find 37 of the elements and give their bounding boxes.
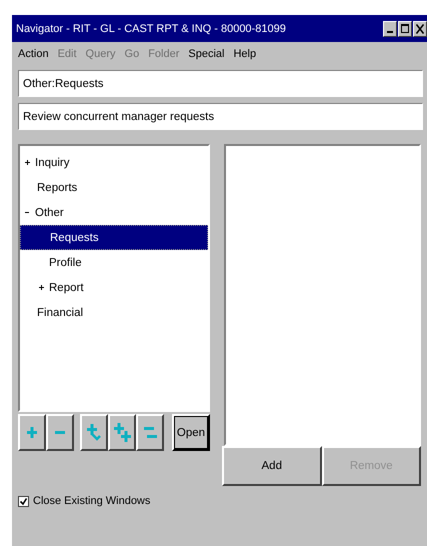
collapse-button[interactable]	[46, 414, 74, 451]
plus-arrow-icon	[87, 424, 101, 441]
menu-item[interactable]: Help	[233, 48, 256, 60]
tree-item[interactable]: Reports	[20, 175, 208, 200]
maximize-button[interactable]	[398, 20, 412, 36]
close-icon	[416, 24, 424, 34]
double-minus-icon	[144, 427, 156, 438]
minus-icon	[55, 431, 65, 434]
expand-button[interactable]	[18, 414, 46, 451]
collapse-all-button[interactable]	[136, 414, 164, 451]
maximize-icon	[401, 24, 409, 33]
add-button[interactable]: Add	[222, 446, 322, 486]
tree-item[interactable]: Profile	[20, 250, 208, 275]
check-icon	[19, 496, 28, 506]
plus-icon	[27, 427, 37, 438]
minus-icon	[24, 209, 30, 216]
menu-item[interactable]: Action	[18, 48, 49, 60]
checkbox-label[interactable]: Close Existing Windows	[33, 495, 150, 507]
tree-item[interactable]: Requests	[20, 225, 208, 250]
minimize-button[interactable]	[383, 20, 397, 36]
tree-item[interactable]: Financial	[20, 300, 208, 325]
menu-item[interactable]: Special	[188, 48, 224, 60]
plus-icon	[24, 159, 30, 166]
open-button[interactable]: Open	[172, 414, 210, 451]
double-plus-icon	[114, 423, 130, 442]
tree-item[interactable]: Other	[20, 200, 208, 225]
minimize-icon	[387, 30, 393, 32]
tree-item[interactable]: Inquiry	[20, 150, 208, 175]
expand-all-button[interactable]	[108, 414, 136, 451]
path-field[interactable]: Other:Requests	[18, 70, 423, 97]
close-button[interactable]	[413, 20, 427, 36]
window-title: Navigator - RIT - GL - CAST RPT & INQ - 80000-81099	[16, 22, 287, 34]
expand-branch-button[interactable]	[80, 414, 108, 451]
plus-icon	[38, 284, 44, 291]
checkbox[interactable]	[18, 496, 29, 506]
description-field[interactable]: Review concurrent manager requests	[18, 103, 423, 130]
tree-item[interactable]: Report	[20, 275, 208, 300]
